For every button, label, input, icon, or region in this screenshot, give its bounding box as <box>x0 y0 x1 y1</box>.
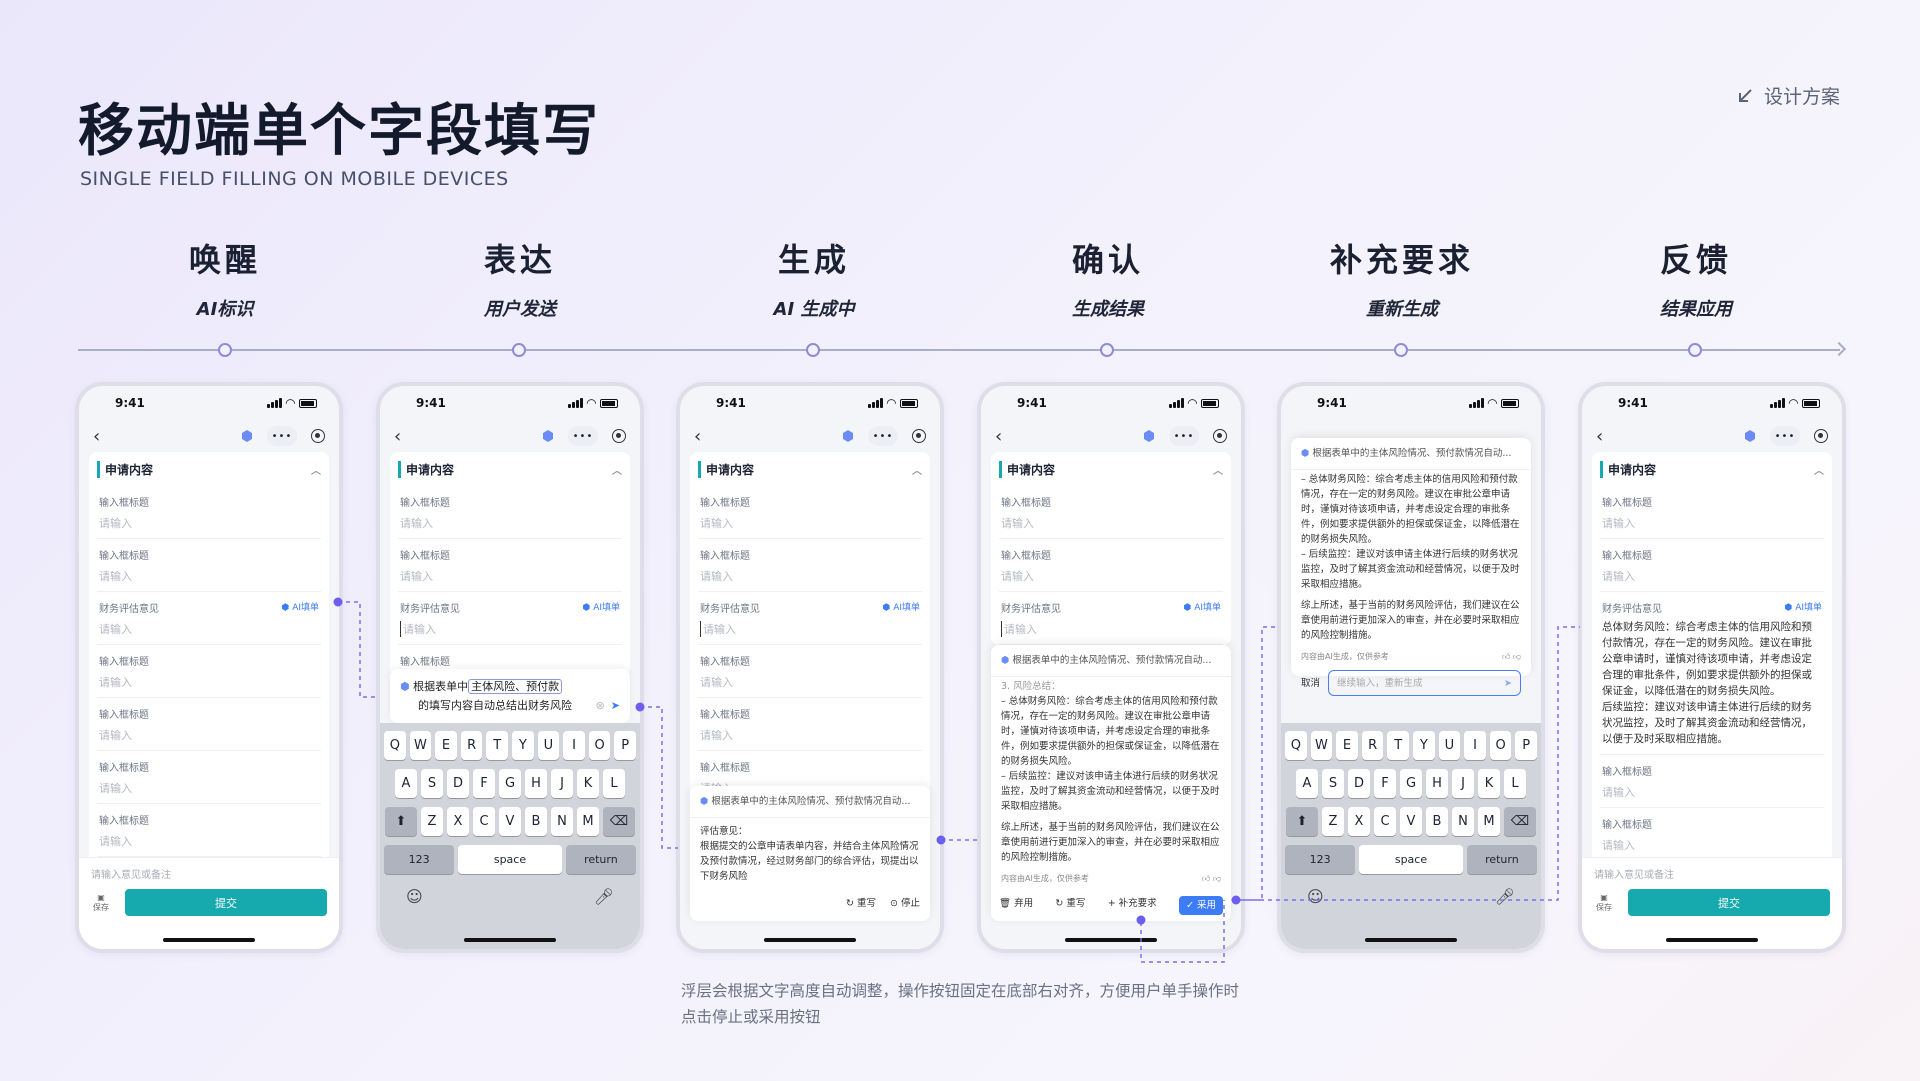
caption: 浮层会根据文字高度自动调整，操作按钮固定在底部右对齐，方便用户单手操作时点击停止… <box>681 982 1240 1026</box>
flow-connectors <box>333 597 1580 963</box>
